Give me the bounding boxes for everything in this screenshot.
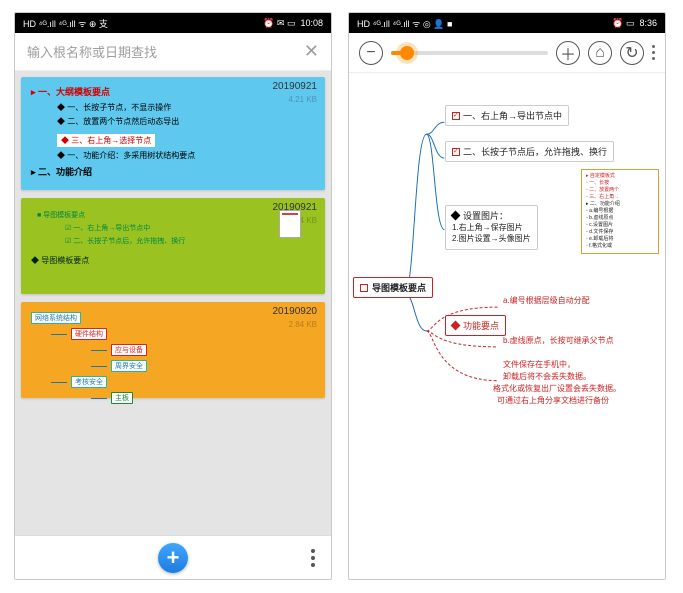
mindmap-note: b.虚线原点，长按可继承父节点 (503, 335, 614, 346)
status-icons-right: ⏰ ▭ (612, 18, 634, 29)
card2-line: ☑ 二、长按子节点后，允许拖拽、换行 (65, 236, 273, 246)
card-outline-template[interactable]: 20190921 4.21 KB ▸ 一、大纲模板要点 ◆ 一、长按子节点，不显… (21, 77, 325, 190)
phone-right: HD ⁴ᴳ.ıll ⁴ᴳ.ıll ᯤ ◎ 👤 ■ ⏰ ▭ 8:36 − ＋ ⌂ … (348, 12, 666, 580)
add-button[interactable]: + (158, 543, 188, 573)
thumbnail-icon (279, 210, 301, 238)
c3-node: 周界安全 (111, 360, 147, 372)
mindmap-node-func[interactable]: 功能要点 (445, 315, 506, 336)
detail-row: ▸ 二、功能介绍 (586, 201, 654, 208)
detail-row: ◦ b.虚线原点 (586, 215, 654, 222)
mindmap-note: a.编号根据层级自动分配 (503, 295, 590, 306)
card2-footer: ◆ 导图模板要点 (31, 255, 315, 266)
card-list: 20190921 4.21 KB ▸ 一、大纲模板要点 ◆ 一、长按子节点，不显… (15, 71, 331, 535)
mindmap-node[interactable]: 二、长按子节点后，允许拖拽、换行 (445, 141, 614, 162)
card2-root: ■ 导图模板要点 (37, 210, 273, 220)
zoom-out-button[interactable]: − (359, 41, 383, 65)
status-time-left: 10:08 (300, 18, 323, 28)
diamond-icon (451, 321, 461, 331)
close-icon[interactable]: ✕ (304, 41, 319, 62)
more-menu-icon[interactable] (652, 45, 655, 60)
node-subline: 2.图片设置→头像图片 (452, 234, 531, 243)
detail-row: ◦ 一、长按 (586, 180, 654, 187)
mindmap-root[interactable]: 导图模板要点 (353, 277, 433, 298)
zoom-slider[interactable] (391, 51, 548, 55)
mindmap-note: 可通过右上角分享文档进行备份 (497, 395, 609, 406)
card-size: 4.21 KB (289, 95, 317, 104)
card-size: 2.84 KB (289, 320, 317, 329)
card-item: ◆ 一、长按子节点，不显示操作 (57, 102, 315, 113)
diamond-icon (451, 211, 461, 221)
bottom-bar: + (15, 535, 331, 579)
mindmap-note: 格式化或恢复出厂设置会丢失数据。 (493, 383, 621, 394)
card2-line: ☑ 一、右上角→导出节点中 (65, 223, 273, 233)
status-time-right: 8:36 (639, 18, 657, 28)
detail-row: ◦ d.文件保存 (586, 229, 654, 236)
statusbar-left: HD ⁴ᴳ.ıll ⁴ᴳ.ıll ᯤ ⊕ 支 ⏰ ✉ ▭ 10:08 (15, 13, 331, 33)
c3-node: 主板 (111, 392, 133, 404)
toolbar: − ＋ ⌂ ↻ (349, 33, 665, 73)
detail-row: ◦ 二、放置两个 (586, 187, 654, 194)
c3-node: 硬件结构 (71, 328, 107, 340)
mindmap-node-image[interactable]: 设置图片： 1.右上角→保存图片 2.图片设置→头像图片 (445, 205, 538, 250)
mindmap-canvas[interactable]: 导图模板要点 一、右上角→导出节点中 二、长按子节点后，允许拖拽、换行 设置图片… (349, 73, 665, 579)
home-button[interactable]: ⌂ (588, 41, 612, 65)
search-placeholder: 输入根名称或日期查找 (27, 42, 304, 61)
node-label: 功能要点 (463, 321, 499, 331)
mindmap-note: 卸载后将不会丢失数据。 (503, 371, 591, 382)
detail-row: ◦ a.编号根据 (586, 208, 654, 215)
c3-root: 网络系统结构 (31, 312, 81, 324)
checkbox-icon (452, 148, 460, 156)
c3-node: 应与设备 (111, 344, 147, 356)
card-mindmap-template[interactable]: 20190921 3.24 KB ■ 导图模板要点 ☑ 一、右上角→导出节点中 … (21, 198, 325, 294)
node-label: 一、右上角→导出节点中 (463, 111, 562, 121)
mindmap-node[interactable]: 一、右上角→导出节点中 (445, 105, 569, 126)
card-subtitle: ▸ 二、功能介绍 (31, 165, 315, 178)
detail-row: ◦ e.卸载后将 (586, 236, 654, 243)
more-menu-icon[interactable] (311, 549, 315, 567)
mindmap-detail-box[interactable]: ▸ 自定模板式 ◦ 一、长按 ◦ 二、放置两个 ◦ 三、右上角→ ▸ 二、功能介… (581, 169, 659, 254)
card-item: ◆ 二、放置两个节点然后动态导出 (57, 116, 315, 127)
phone-left: HD ⁴ᴳ.ıll ⁴ᴳ.ıll ᯤ ⊕ 支 ⏰ ✉ ▭ 10:08 输入根名称… (14, 12, 332, 580)
status-indicators-right: HD ⁴ᴳ.ıll ⁴ᴳ.ıll ᯤ ◎ 👤 ■ (357, 17, 452, 30)
detail-row: ▸ 自定模板式 (586, 173, 654, 180)
zoom-in-button[interactable]: ＋ (556, 41, 580, 65)
card-network-structure[interactable]: 20190920 2.84 KB 网络系统结构 硬件结构 应与设备 周界安全 考… (21, 302, 325, 398)
card-item-highlight: ◆ 三、右上角→选择节点 (57, 134, 155, 147)
node-label: 设置图片： (463, 211, 508, 221)
detail-row: ◦ c.设置图片 (586, 222, 654, 229)
card-item: ◆ 一、功能介绍：多采用树状结构要点 (57, 150, 315, 161)
detail-row: ◦ f.格式化或 (586, 243, 654, 250)
root-label: 导图模板要点 (372, 283, 426, 293)
statusbar-right: HD ⁴ᴳ.ıll ⁴ᴳ.ıll ᯤ ◎ 👤 ■ ⏰ ▭ 8:36 (349, 13, 665, 33)
share-button[interactable]: ↻ (620, 41, 644, 65)
status-icons-left: ⏰ ✉ ▭ (263, 18, 295, 29)
mindmap-note: 文件保存在手机中， (503, 359, 575, 370)
c3-node: 考核安全 (71, 376, 107, 388)
card-date: 20190920 (273, 306, 318, 317)
search-bar[interactable]: 输入根名称或日期查找 ✕ (15, 33, 331, 71)
square-icon (360, 284, 368, 292)
detail-row: ◦ 三、右上角→ (586, 194, 654, 201)
node-label: 二、长按子节点后，允许拖拽、换行 (463, 147, 607, 157)
node-subline: 1.右上角→保存图片 (452, 223, 523, 232)
checkbox-icon (452, 112, 460, 120)
card-date: 20190921 (273, 81, 318, 92)
status-indicators-left: HD ⁴ᴳ.ıll ⁴ᴳ.ıll ᯤ ⊕ 支 (23, 17, 108, 30)
slider-thumb[interactable] (400, 46, 414, 60)
